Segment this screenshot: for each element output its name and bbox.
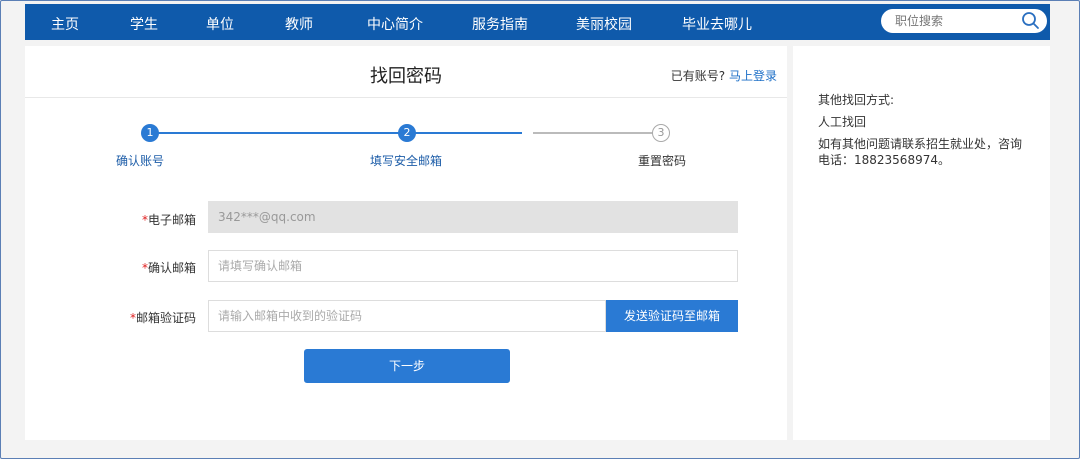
contact-line-2: 电话：18823568974。 <box>818 153 950 167</box>
login-hint: 已有账号? 马上登录 <box>671 67 777 84</box>
confirm-email-label-text: 确认邮箱 <box>147 261 196 275</box>
step-line-todo <box>533 132 653 134</box>
login-link[interactable]: 马上登录 <box>729 69 777 83</box>
retrieve-password-panel: 找回密码 已有账号? 马上登录 1 2 3 确认账号 填写安全邮箱 重置密码 *… <box>25 46 787 440</box>
email-label: *电子邮箱 <box>76 211 196 228</box>
nav-item-employers[interactable]: 单位 <box>206 14 234 34</box>
contact-line-1: 如有其他问题请联系招生就业处，咨询 <box>818 137 1023 151</box>
nav-item-students[interactable]: 学生 <box>130 14 158 34</box>
panel-header: 找回密码 已有账号? 马上登录 <box>25 46 787 98</box>
step-1-label: 确认账号 <box>116 154 165 168</box>
nav-item-service-guide[interactable]: 服务指南 <box>472 14 528 34</box>
other-methods-panel: 其他找回方式: 人工找回 如有其他问题请联系招生就业处，咨询 电话：188235… <box>793 46 1050 440</box>
manual-recovery-text: 人工找回 <box>818 115 867 129</box>
confirm-email-label: *确认邮箱 <box>76 259 196 276</box>
nav-item-home[interactable]: 主页 <box>51 14 79 34</box>
email-code-field[interactable] <box>208 300 606 332</box>
email-code-label: *邮箱验证码 <box>76 309 196 326</box>
nav-item-campus[interactable]: 美丽校园 <box>576 14 632 34</box>
nav-item-center-intro[interactable]: 中心简介 <box>367 14 423 34</box>
step-line-done <box>150 132 522 134</box>
login-hint-text: 已有账号? <box>670 69 726 83</box>
step-2-label: 填写安全邮箱 <box>370 154 443 168</box>
next-step-button[interactable]: 下一步 <box>304 349 510 383</box>
nav-item-graduate-destinations[interactable]: 毕业去哪儿 <box>682 14 752 34</box>
step-2-dot: 2 <box>398 124 416 142</box>
job-search-input[interactable] <box>895 14 1015 28</box>
search-icon[interactable] <box>1021 11 1041 34</box>
email-label-text: 电子邮箱 <box>147 213 196 227</box>
step-3-dot: 3 <box>652 124 670 142</box>
nav-item-teachers[interactable]: 教师 <box>285 14 313 34</box>
job-search-box <box>881 9 1047 33</box>
step-3-label: 重置密码 <box>638 154 687 168</box>
top-nav: 主页 学生 单位 教师 中心简介 服务指南 美丽校园 毕业去哪儿 <box>25 4 1050 40</box>
send-code-button[interactable]: 发送验证码至邮箱 <box>606 300 738 332</box>
other-methods-heading: 其他找回方式: <box>818 93 895 107</box>
confirm-email-field[interactable] <box>208 250 738 282</box>
email-code-label-text: 邮箱验证码 <box>135 311 196 325</box>
step-1-dot: 1 <box>141 124 159 142</box>
email-field <box>208 201 738 233</box>
